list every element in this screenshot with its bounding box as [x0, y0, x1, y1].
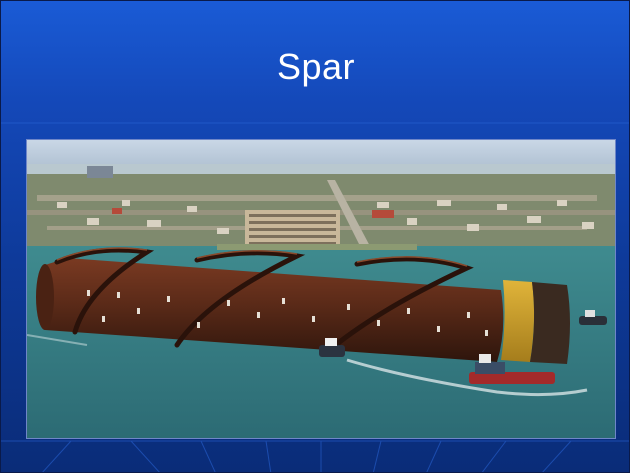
- slide-title: Spar: [276, 46, 356, 87]
- spar-photo: [26, 139, 616, 439]
- presentation-slide: Spar: [0, 0, 630, 473]
